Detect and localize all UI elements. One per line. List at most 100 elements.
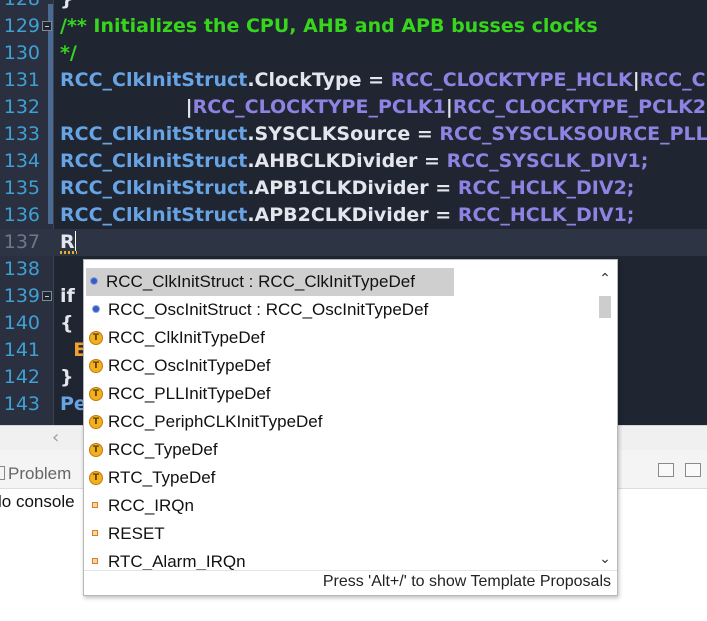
line-number: 137 (3, 231, 40, 253)
variable-icon (90, 277, 98, 285)
code-token: RCC_HCLK_DIV2; (457, 177, 635, 199)
proposal-item[interactable]: T RCC_OscInitTypeDef (88, 352, 592, 380)
line-number: 141 (3, 339, 40, 361)
enumerator-icon (92, 530, 98, 536)
code-line[interactable]: 137 R (0, 229, 707, 256)
fold-toggle-icon[interactable] (42, 21, 52, 31)
code-token: /** Initializes the CPU, AHB and APB bus… (60, 15, 598, 37)
code-line[interactable]: 136 RCC_ClkInitStruct.APB2CLKDivider = RC… (0, 202, 707, 229)
typedef-icon: T (89, 443, 103, 457)
fold-toggle-icon[interactable] (42, 291, 52, 301)
maximize-view-icon[interactable] (685, 463, 701, 477)
proposal-scrollbar[interactable]: ⌃ ⌄ (593, 264, 617, 570)
proposal-item[interactable]: T RTC_TypeDef (88, 464, 592, 492)
proposal-list[interactable]: RCC_ClkInitStruct : RCC_ClkInitTypeDef RC… (84, 264, 592, 570)
code-token: = (361, 69, 391, 91)
code-text: { (60, 310, 74, 337)
tab-problems[interactable]: Problem (8, 464, 71, 484)
typed-prefix: R (60, 229, 77, 256)
line-number: 142 (3, 366, 40, 388)
code-token: = (428, 204, 458, 226)
code-token: = (410, 123, 440, 145)
proposal-item[interactable]: T RCC_ClkInitTypeDef (88, 324, 592, 352)
proposal-label: RCC_TypeDef (108, 440, 218, 459)
typedef-icon: T (89, 331, 103, 345)
proposal-item[interactable]: RCC_OscInitStruct : RCC_OscInitTypeDef (88, 296, 592, 324)
enumerator-icon (92, 558, 98, 564)
code-token: | (60, 96, 193, 118)
code-line[interactable]: 134 RCC_ClkInitStruct.AHBCLKDivider = RCC… (0, 148, 707, 175)
proposal-item[interactable]: T RCC_PLLInitTypeDef (88, 380, 592, 408)
variable-icon (92, 305, 100, 313)
code-line[interactable]: 130 */ (0, 40, 707, 67)
code-text: */ (60, 40, 77, 67)
line-number: 134 (3, 150, 40, 172)
code-token: RCC_ClkInitStruct (60, 204, 248, 226)
code-token: RCC_CLOCKTYPE_SYSCLK (639, 69, 707, 91)
scroll-left-icon[interactable]: ‹ (52, 427, 59, 448)
proposal-label: RESET (108, 524, 165, 543)
scroll-up-icon[interactable]: ⌃ (593, 268, 617, 290)
line-number: 131 (3, 69, 40, 91)
proposal-item[interactable]: T RCC_PeriphCLKInitTypeDef (88, 408, 592, 436)
code-line[interactable]: 131 RCC_ClkInitStruct.ClockType = RCC_CLO… (0, 67, 707, 94)
content-assist-popup[interactable]: RCC_ClkInitStruct : RCC_ClkInitTypeDef RC… (83, 259, 618, 596)
line-number: 128 (0, 0, 40, 13)
line-number: 136 (3, 204, 40, 226)
code-text: } (60, 0, 74, 13)
code-line[interactable]: 133 RCC_ClkInitStruct.SYSCLKSource = RCC_… (0, 121, 707, 148)
line-number: 139 (3, 285, 40, 307)
problems-icon (0, 466, 5, 480)
view-toolbar (652, 462, 701, 481)
code-token: RCC_CLOCKTYPE_HCLK (390, 69, 633, 91)
code-token: .APB2CLKDivider (247, 204, 429, 226)
line-number: 138 (3, 258, 40, 280)
code-token: RCC_SYSCLKSOURCE_PLLCLK; (439, 123, 707, 145)
proposal-label: RTC_Alarm_IRQn (108, 552, 246, 570)
code-token: .AHBCLKDivider (247, 150, 418, 172)
code-token: } (60, 366, 74, 388)
proposal-item[interactable]: RTC_Alarm_IRQn (88, 548, 592, 570)
line-number: 133 (3, 123, 40, 145)
proposal-label: RCC_IRQn (108, 496, 194, 515)
code-text: RCC_ClkInitStruct.APB2CLKDivider = RCC_H… (60, 202, 634, 229)
code-token: | (445, 96, 453, 118)
typedef-icon: T (89, 359, 103, 373)
proposal-label: RCC_PeriphCLKInitTypeDef (108, 412, 323, 431)
line-number: 135 (3, 177, 40, 199)
code-token: | (632, 69, 640, 91)
proposal-item[interactable]: RCC_ClkInitStruct : RCC_ClkInitTypeDef (86, 268, 454, 296)
typedef-icon: T (89, 387, 103, 401)
proposal-item[interactable]: RESET (88, 520, 592, 548)
code-token: = (417, 150, 447, 172)
code-line[interactable]: 129 /** Initializes the CPU, AHB and APB … (0, 13, 707, 40)
code-text: RCC_ClkInitStruct.AHBCLKDivider = RCC_SY… (60, 148, 648, 175)
line-number: 132 (3, 96, 40, 118)
proposal-label: RCC_OscInitStruct : RCC_OscInitTypeDef (108, 300, 429, 319)
proposal-label: RCC_OscInitTypeDef (108, 356, 271, 375)
code-token: RCC_ClkInitStruct (60, 69, 248, 91)
proposal-label: RCC_ClkInitTypeDef (108, 328, 265, 347)
code-text: /** Initializes the CPU, AHB and APB bus… (60, 13, 598, 40)
code-text: } (60, 364, 74, 391)
typedef-icon: T (89, 471, 103, 485)
minimize-view-icon[interactable] (657, 463, 674, 477)
code-line[interactable]: 128} (0, 0, 707, 13)
line-number: 140 (3, 312, 40, 334)
code-text: R (60, 229, 77, 256)
template-proposals-hint: Press 'Alt+/' to show Template Proposals (322, 573, 611, 590)
content-assist-status: Press 'Alt+/' to show Template Proposals (84, 570, 617, 595)
line-number: 130 (3, 42, 40, 64)
console-text: lo console (0, 492, 75, 511)
code-token: RCC_ClkInitStruct (60, 177, 248, 199)
scroll-down-icon[interactable]: ⌄ (593, 548, 617, 570)
code-token: .SYSCLKSource (247, 123, 411, 145)
code-line[interactable]: 135 RCC_ClkInitStruct.APB1CLKDivider = RC… (0, 175, 707, 202)
proposal-item[interactable]: T RCC_TypeDef (88, 436, 592, 464)
proposal-item[interactable]: RCC_IRQn (88, 492, 592, 520)
line-number: 129 (3, 15, 40, 37)
code-line[interactable]: 132 |RCC_CLOCKTYPE_PCLK1|RCC_CLOCKTYPE_P… (0, 94, 707, 121)
scrollbar-thumb[interactable] (599, 296, 611, 318)
code-text: RCC_ClkInitStruct.ClockType = RCC_CLOCKT… (60, 67, 707, 94)
code-token: */ (60, 42, 77, 64)
